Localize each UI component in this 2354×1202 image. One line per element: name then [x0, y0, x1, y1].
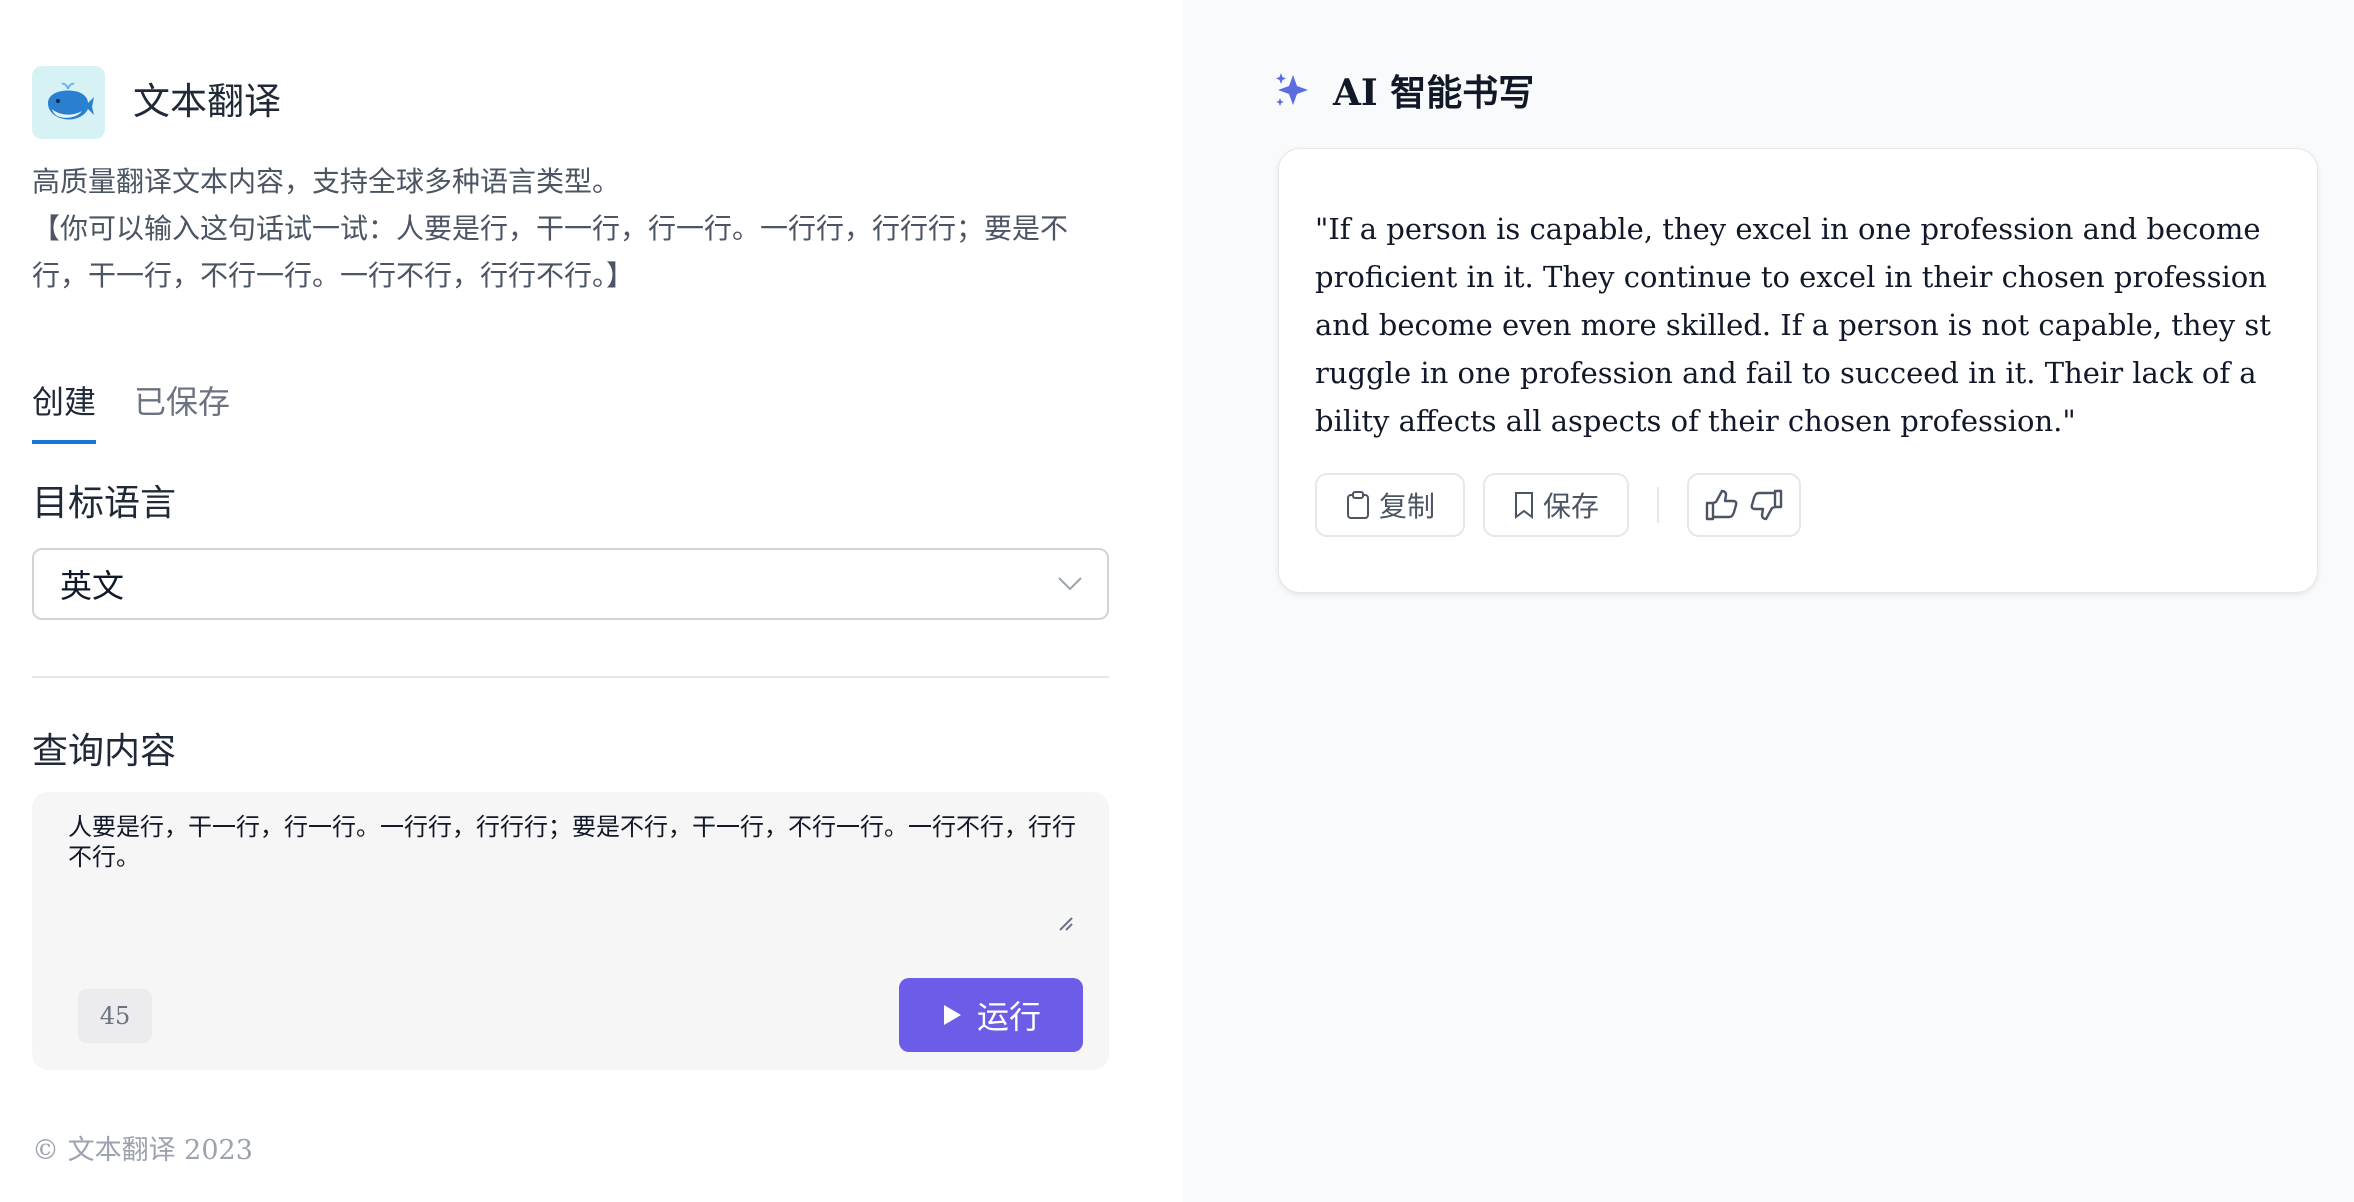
copy-button-label: 复制: [1379, 491, 1436, 522]
footer-copyright: © 文本翻译 2023: [32, 1135, 253, 1166]
char-count-badge: 45: [78, 989, 152, 1043]
sparkle-icon: [1276, 73, 1308, 106]
result-text: "If a person is capable, they excel in o…: [1315, 212, 2271, 438]
feedback-group: [1687, 473, 1802, 537]
query-label: 查询内容: [32, 731, 177, 772]
save-button-label: 保存: [1543, 491, 1600, 522]
thumbs-down-icon[interactable]: [1749, 487, 1785, 523]
result-actions: 复制 保存: [1315, 473, 1802, 537]
whale-icon: [47, 82, 94, 120]
tab-create[interactable]: 创建: [32, 378, 97, 444]
page: 文本翻译 高质量翻译文本内容，支持全球多种语言类型。 【你可以输入这句话试一试：…: [0, 0, 2354, 1202]
clipboard-icon: [1347, 491, 1369, 519]
thumbs-up-icon[interactable]: [1703, 487, 1739, 523]
result-card: "If a person is capable, they excel in o…: [1278, 148, 2318, 593]
divider: [32, 676, 1109, 678]
app-description: 高质量翻译文本内容，支持全球多种语言类型。 【你可以输入这句话试一试：人要是行，…: [32, 158, 1102, 299]
app-description-line1: 高质量翻译文本内容，支持全球多种语言类型。: [32, 165, 621, 198]
play-icon: [943, 1005, 961, 1025]
target-language-value: 英文: [60, 567, 125, 605]
query-box: 人要是行，干一行，行一行。一行行，行行行；要是不行，干一行，不行一行。一行不行，…: [32, 792, 1109, 1070]
tab-bar: 创建 已保存: [32, 378, 230, 444]
right-panel: AI 智能书写 "If a person is capable, they ex…: [1183, 0, 2354, 1202]
copy-button[interactable]: 复制: [1315, 473, 1466, 537]
app-title: 文本翻译: [133, 80, 281, 123]
chevron-down-icon: [1058, 577, 1082, 591]
bookmark-icon: [1515, 492, 1534, 519]
save-button[interactable]: 保存: [1483, 473, 1630, 537]
run-button[interactable]: 运行: [899, 978, 1083, 1052]
left-panel: 文本翻译 高质量翻译文本内容，支持全球多种语言类型。 【你可以输入这句话试一试：…: [0, 0, 1183, 1202]
actions-divider: [1657, 487, 1660, 523]
app-description-line2: 【你可以输入这句话试一试：人要是行，干一行，行一行。一行行，行行行；要是不行，干…: [32, 212, 1069, 292]
app-logo: [32, 66, 105, 139]
ai-header: AI 智能书写: [1273, 64, 1534, 116]
ai-title: AI 智能书写: [1333, 72, 1535, 114]
resize-handle-icon[interactable]: [1054, 912, 1074, 932]
query-input[interactable]: 人要是行，干一行，行一行。一行行，行行行；要是不行，干一行，不行一行。一行不行，…: [66, 810, 1086, 930]
run-button-label: 运行: [976, 999, 1041, 1035]
target-language-label: 目标语言: [32, 483, 177, 524]
tab-saved[interactable]: 已保存: [134, 378, 230, 444]
target-language-select[interactable]: 英文: [32, 548, 1109, 620]
